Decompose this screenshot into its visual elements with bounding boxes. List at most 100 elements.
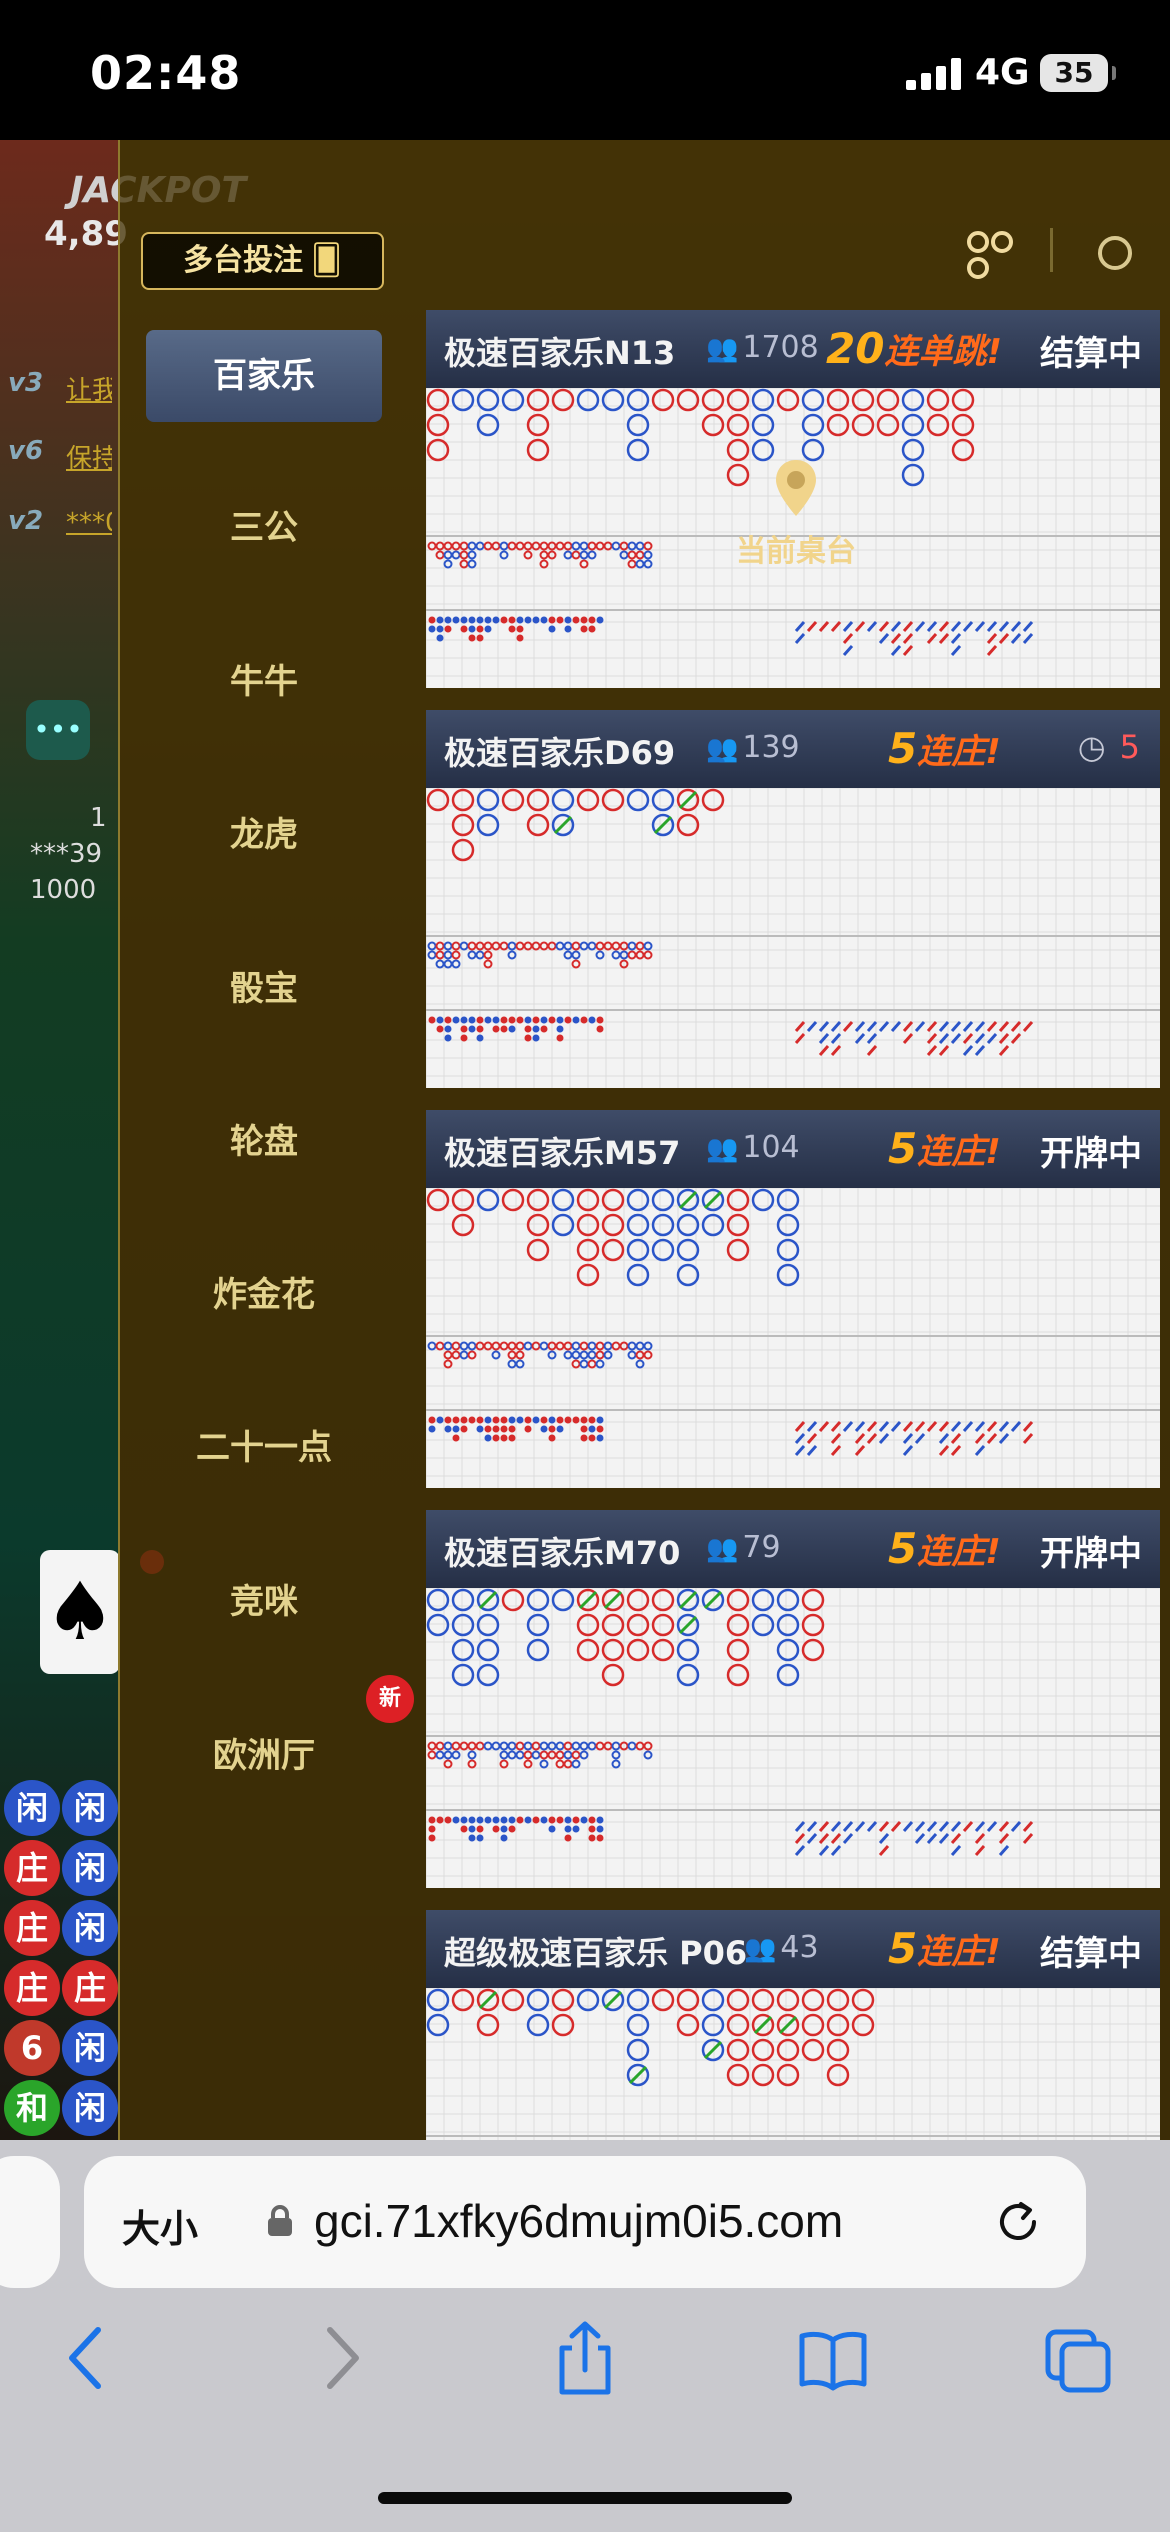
road-dot: [548, 1434, 556, 1442]
road-slash: [938, 1045, 950, 1056]
chat-message: ***0: [66, 508, 112, 538]
road-bead: [726, 2013, 750, 2037]
road-small-bead: [643, 941, 653, 951]
road-dot: [460, 1825, 468, 1833]
road-bead: [726, 1638, 750, 1662]
text-size-button[interactable]: 大小: [122, 2198, 198, 2253]
nav-item-baccarat[interactable]: 百家乐: [146, 330, 382, 422]
bookmarks-icon[interactable]: [798, 2318, 868, 2398]
nav-item-bull[interactable]: 牛牛: [146, 636, 382, 728]
road-dot: [484, 1425, 492, 1433]
reload-icon[interactable]: [990, 2194, 1046, 2250]
road-bead: [626, 438, 650, 462]
multi-table-bet-button[interactable]: 多台投注 🂠: [141, 232, 384, 290]
road-cell: 6: [4, 2020, 60, 2076]
previous-tab-peek[interactable]: [0, 2156, 60, 2288]
player-count-value: 139: [742, 730, 800, 765]
table-card[interactable]: 超级极速百家乐 P06 👥 43 5连庄! 结算中: [426, 1910, 1160, 2140]
road-slash: [974, 1821, 986, 1832]
road-cell: 庄: [4, 1900, 60, 1956]
road-dot: [572, 1016, 580, 1024]
seat-amount: 1000: [30, 875, 97, 905]
road-small-bead: [571, 1341, 581, 1351]
road-bead: [726, 1238, 750, 1262]
road-small-bead: [555, 941, 565, 951]
road-slash: [878, 1021, 890, 1032]
road-dot: [452, 1425, 460, 1433]
road-dot: [476, 1425, 484, 1433]
road-bead: [901, 413, 925, 437]
road-slash: [998, 1045, 1010, 1056]
road-small-bead: [443, 1359, 453, 1369]
road-bead: [526, 1638, 550, 1662]
road-bead: [726, 1213, 750, 1237]
road-dot: [428, 1834, 436, 1842]
road-small-bead: [443, 959, 453, 969]
table-card[interactable]: 极速百家乐D69 👥 139 5连庄! ◷ 5: [426, 710, 1160, 1088]
road-small-bead: [515, 541, 525, 551]
road-slash: [986, 645, 998, 656]
road-slash: [926, 1821, 938, 1832]
road-slash: [938, 1433, 950, 1444]
nav-item-sicbo[interactable]: 骰宝: [146, 943, 382, 1035]
list-view-icon[interactable]: [1098, 236, 1132, 270]
nav-item-europe-hall[interactable]: 欧洲厅: [146, 1710, 382, 1802]
road-dot: [428, 1016, 436, 1024]
road-small-bead: [443, 1350, 453, 1360]
road-slash: [962, 621, 974, 632]
forward-icon[interactable]: [306, 2318, 376, 2398]
road-dot: [492, 1016, 500, 1024]
nav-item-dragon-tiger[interactable]: 龙虎: [146, 789, 382, 881]
home-indicator: [378, 2492, 792, 2504]
road-dot: [444, 1034, 452, 1042]
road-small-bead: [571, 1741, 581, 1751]
road-bead: [926, 413, 950, 437]
tabs-icon[interactable]: [1044, 2318, 1114, 2398]
road-dot: [540, 1416, 548, 1424]
road-slash: [1022, 621, 1034, 632]
road-small-bead: [539, 559, 549, 569]
grid-view-icon[interactable]: [962, 228, 1018, 284]
road-bead: [526, 413, 550, 437]
road-dot: [484, 625, 492, 633]
road-small-bead: [539, 550, 549, 560]
chat-message: 保持: [66, 444, 112, 474]
road-slash: [1022, 1433, 1034, 1444]
address-bar[interactable]: 大小 gci.71xfky6dmujm0i5.com: [84, 2156, 1086, 2288]
road-slash: [818, 1021, 830, 1032]
road-dot: [468, 616, 476, 624]
road-dot: [548, 1416, 556, 1424]
nav-item-roulette[interactable]: 轮盘: [146, 1096, 382, 1188]
road-slash: [974, 621, 986, 632]
table-card[interactable]: 极速百家乐M57 👥 104 5连庄! 开牌中: [426, 1110, 1160, 1488]
streak-text: 连庄!: [917, 1532, 1001, 1572]
road-slash: [842, 1021, 854, 1032]
table-card[interactable]: 极速百家乐M70 👥 79 5连庄! 开牌中: [426, 1510, 1160, 1888]
road-slash: [950, 1845, 962, 1856]
road-small-bead: [507, 950, 517, 960]
road-dot: [428, 1425, 436, 1433]
road-dot: [452, 1416, 460, 1424]
nav-item-three-face[interactable]: 三公: [146, 482, 382, 574]
road-slash: [998, 1421, 1010, 1432]
nav-item-golden-flower[interactable]: 炸金花: [146, 1249, 382, 1341]
road-small-bead: [571, 1759, 581, 1769]
road-bead: [801, 1613, 825, 1637]
road-dot: [508, 1434, 516, 1442]
road-dot: [556, 1034, 564, 1042]
nav-item-squeeze[interactable]: 竞咪: [146, 1556, 382, 1648]
chat-bubble-icon[interactable]: •••: [26, 700, 90, 760]
road-dot: [508, 1825, 516, 1833]
back-icon[interactable]: [52, 2318, 122, 2398]
road-dot: [484, 1434, 492, 1442]
status-bar: 02:48 4G 35: [0, 0, 1170, 140]
road-small-bead: [555, 1741, 565, 1751]
road-small-bead: [579, 559, 589, 569]
road-slash: [998, 1433, 1010, 1444]
road-bead: [776, 2063, 800, 2087]
nav-item-blackjack[interactable]: 二十一点: [146, 1402, 382, 1494]
road-slash: [854, 1445, 866, 1456]
road-small-bead: [555, 1759, 565, 1769]
road-dot: [508, 616, 516, 624]
share-icon[interactable]: [550, 2318, 620, 2398]
